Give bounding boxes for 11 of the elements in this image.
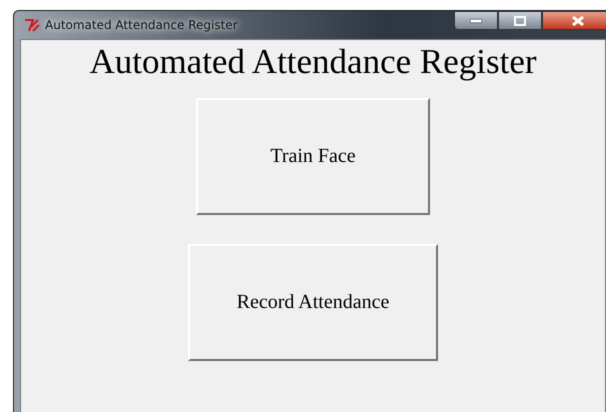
app-heading: Automated Attendance Register xyxy=(89,42,537,82)
action-button[interactable]: Record Attendance xyxy=(188,244,438,361)
close-icon xyxy=(572,16,584,26)
maximize-icon xyxy=(514,16,526,26)
feather-icon xyxy=(24,18,40,32)
action-button[interactable]: Train Face xyxy=(196,98,430,215)
minimize-icon xyxy=(470,18,482,22)
maximize-button[interactable] xyxy=(498,11,542,30)
window-title: Automated Attendance Register xyxy=(45,18,238,32)
minimize-button[interactable] xyxy=(454,11,498,30)
close-button[interactable] xyxy=(542,11,606,30)
